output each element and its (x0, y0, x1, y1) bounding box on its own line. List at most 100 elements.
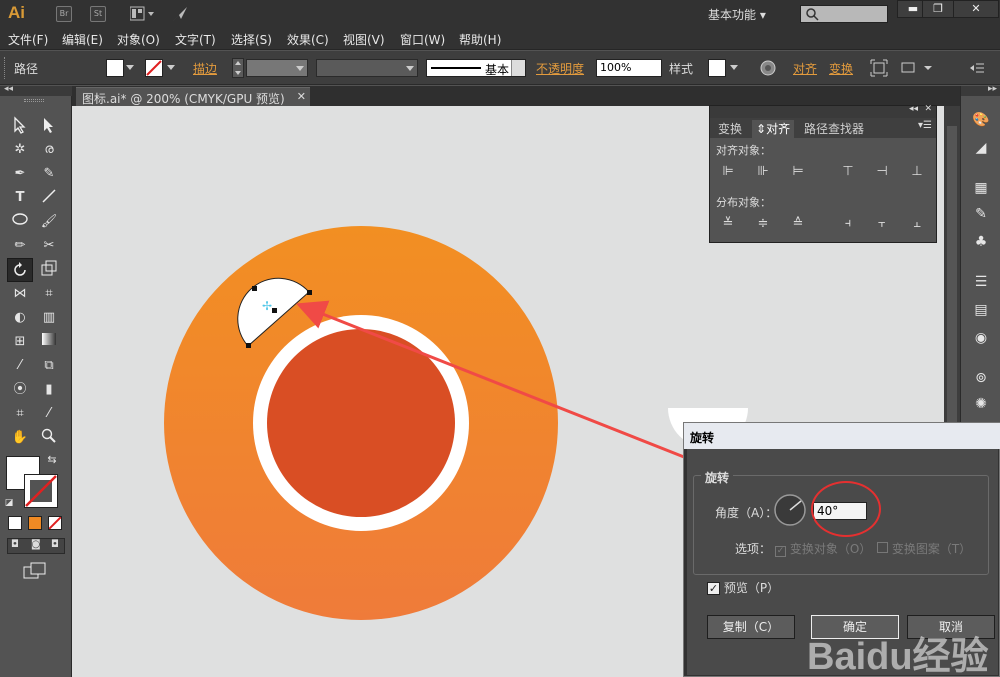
tab-pathfinder[interactable]: 路径查找器 (800, 120, 868, 138)
line-segment-tool-icon[interactable] (38, 188, 60, 208)
swatches-icon[interactable]: ▦ (969, 178, 993, 198)
tab-transform[interactable]: 变换 (714, 120, 746, 138)
perspective-grid-tool-icon[interactable]: ▥ (38, 308, 60, 328)
direct-selection-tool-icon[interactable] (38, 116, 60, 136)
stock-button[interactable]: St (90, 6, 106, 22)
copy-button[interactable]: 复制（C） (707, 615, 795, 639)
symbol-sprayer-tool-icon[interactable]: ⦿ (9, 380, 31, 400)
search-help-input[interactable] (800, 5, 888, 23)
stroke-panel-icon[interactable]: ☰ (969, 272, 993, 292)
menu-edit[interactable]: 编辑(E) (62, 31, 103, 48)
align-right-icon[interactable]: ⊨ (790, 164, 806, 180)
scale-tool-icon[interactable] (38, 260, 60, 280)
close-document-icon[interactable]: ✕ (297, 90, 306, 103)
graphic-style-dropdown[interactable] (708, 59, 742, 77)
artboard-tool-icon[interactable]: ⌗ (9, 404, 31, 424)
dock-header[interactable]: ▸▸ (961, 84, 1000, 96)
stroke-color-swatch[interactable] (145, 59, 179, 77)
recolor-artwork-button[interactable] (759, 59, 777, 77)
color-guide-icon[interactable]: ◢ (969, 138, 993, 158)
isolate-object-button[interactable] (870, 59, 888, 77)
align-horizontal-center-icon[interactable]: ⊪ (755, 164, 771, 180)
rotate-tool-icon[interactable] (7, 258, 33, 282)
curvature-tool-icon[interactable]: ✎ (38, 164, 60, 184)
gpu-performance-icon[interactable] (170, 4, 190, 24)
align-panel-link[interactable]: 对齐 (793, 60, 817, 77)
stroke-weight-stepper[interactable] (232, 58, 244, 78)
align-bottom-icon[interactable]: ⊥ (909, 164, 925, 180)
slice-tool-icon[interactable]: ⁄ (38, 404, 60, 424)
gradient-panel-icon[interactable]: ▤ (969, 300, 993, 320)
tools-grip[interactable] (24, 99, 44, 102)
stroke-panel-link[interactable]: 描边 (193, 60, 217, 77)
appearance-icon[interactable]: ⊚ (969, 368, 993, 388)
ellipse-tool-icon[interactable] (9, 212, 31, 232)
transform-patterns-checkbox[interactable]: 变换图案（T） (877, 540, 971, 557)
menu-select[interactable]: 选择(S) (231, 31, 272, 48)
selection-tool-icon[interactable] (9, 116, 31, 136)
bridge-button[interactable]: Br (56, 6, 72, 22)
none-mode-button[interactable] (48, 516, 62, 530)
default-colors-icon[interactable]: ◪ (2, 496, 16, 510)
hand-tool-icon[interactable]: ✋ (9, 428, 31, 448)
variable-width-profile-dropdown[interactable] (316, 59, 418, 77)
stroke-weight-input[interactable] (246, 59, 308, 77)
shape-builder-tool-icon[interactable]: ◐ (9, 308, 31, 328)
distribute-horizontal-center-icon[interactable]: ⫟ (874, 216, 890, 232)
menu-effect[interactable]: 效果(C) (287, 31, 329, 48)
close-window-button[interactable]: ✕ (953, 0, 999, 18)
distribute-left-icon[interactable]: ⫞ (840, 216, 856, 232)
mesh-tool-icon[interactable]: ⊞ (9, 332, 31, 352)
menu-help[interactable]: 帮助(H) (459, 31, 501, 48)
magic-wand-tool-icon[interactable]: ✲ (9, 140, 31, 160)
swap-fill-stroke-icon[interactable]: ⇆ (44, 452, 60, 468)
brushes-icon[interactable]: ✎ (969, 204, 993, 224)
gradient-tool-icon[interactable] (38, 332, 60, 352)
arrange-documents-button[interactable] (129, 6, 156, 22)
distribute-bottom-icon[interactable]: ≙ (790, 216, 806, 232)
more-options-button[interactable] (900, 59, 934, 77)
menu-window[interactable]: 窗口(W) (400, 31, 445, 48)
screen-mode-icon[interactable] (22, 562, 48, 582)
brush-definition-dropdown[interactable]: 基本 (426, 59, 526, 77)
restore-button[interactable]: ❐ (922, 0, 954, 18)
paintbrush-tool-icon[interactable]: 🖌 (38, 212, 60, 232)
color-mode-button[interactable] (8, 516, 22, 530)
transform-objects-checkbox[interactable]: ✓ 变换对象（O） (775, 540, 871, 557)
document-tab[interactable]: 图标.ai* @ 200% (CMYK/GPU 预览) ✕ (76, 87, 310, 106)
zoom-tool-icon[interactable] (38, 428, 60, 448)
opacity-panel-link[interactable]: 不透明度 (536, 60, 584, 77)
opacity-input[interactable]: 100% (596, 59, 662, 77)
eyedropper-tool-icon[interactable]: ⁄ (9, 356, 31, 376)
transform-panel-link[interactable]: 变换 (829, 60, 853, 77)
pen-tool-icon[interactable]: ✒ (9, 164, 31, 184)
workspace-switcher[interactable]: 基本功能 ▾ (708, 6, 766, 23)
free-transform-tool-icon[interactable]: ⌗ (38, 284, 60, 304)
tools-panel-header[interactable]: ◂◂ (0, 84, 72, 96)
align-left-icon[interactable]: ⊫ (720, 164, 736, 180)
graphic-styles-icon[interactable]: ✺ (969, 394, 993, 414)
angle-dial[interactable] (773, 493, 807, 527)
distribute-top-icon[interactable]: ≚ (720, 216, 736, 232)
menu-type[interactable]: 文字(T) (175, 31, 216, 48)
lasso-tool-icon[interactable]: ര (38, 140, 60, 160)
blend-tool-icon[interactable]: ⧉ (38, 356, 60, 376)
transparency-icon[interactable]: ◉ (969, 328, 993, 348)
tab-align[interactable]: ⇕对齐 (752, 120, 795, 138)
drawing-modes[interactable]: ◘ ◙ ◘ (7, 538, 65, 554)
control-bar-grip[interactable] (4, 57, 8, 79)
type-tool-icon[interactable]: T (9, 188, 31, 208)
column-graph-tool-icon[interactable]: ▮ (38, 380, 60, 400)
fill-color-swatch[interactable] (106, 59, 138, 77)
distribute-vertical-center-icon[interactable]: ≑ (755, 216, 771, 232)
distribute-right-icon[interactable]: ⫠ (909, 216, 925, 232)
symbols-icon[interactable]: ♣ (969, 232, 993, 252)
control-bar-menu-icon[interactable] (968, 59, 986, 77)
scissors-tool-icon[interactable]: ✂ (38, 236, 60, 256)
stroke-swatch[interactable] (24, 474, 58, 508)
gradient-mode-button[interactable] (28, 516, 42, 530)
preview-checkbox[interactable]: ✓ 预览（P） (707, 579, 779, 596)
align-top-icon[interactable]: ⊤ (840, 164, 856, 180)
menu-object[interactable]: 对象(O) (117, 31, 160, 48)
menu-view[interactable]: 视图(V) (343, 31, 385, 48)
